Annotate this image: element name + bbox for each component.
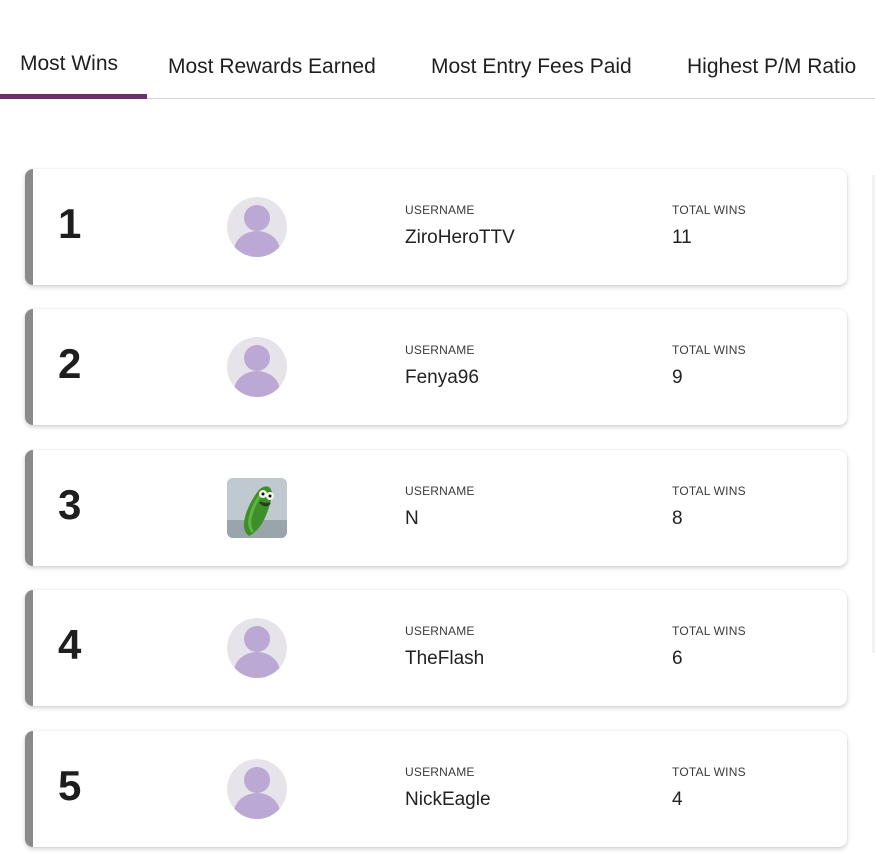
rank-number: 1 xyxy=(58,200,82,247)
active-tab-indicator xyxy=(0,94,147,99)
leaderboard-row[interactable]: 1 USERNAME ZiroHeroTTV TOTAL WINS 11 xyxy=(25,169,847,285)
total-wins-label: TOTAL WINS xyxy=(672,484,746,498)
rank-number: 5 xyxy=(58,762,82,809)
total-wins-value: 11 xyxy=(672,227,692,248)
pickle-avatar-image xyxy=(227,478,287,538)
default-user-icon xyxy=(227,618,287,678)
total-wins-label: TOTAL WINS xyxy=(672,203,746,217)
username-value: NickEagle xyxy=(405,789,491,810)
default-user-icon xyxy=(227,197,287,257)
tab-most-wins[interactable]: Most Wins xyxy=(20,52,118,76)
rank-bar xyxy=(25,450,33,566)
tab-most-rewards-earned[interactable]: Most Rewards Earned xyxy=(168,55,376,79)
rank-bar xyxy=(25,309,33,425)
rank-bar xyxy=(25,169,33,285)
rank-bar xyxy=(25,731,33,847)
total-wins-label: TOTAL WINS xyxy=(672,765,746,779)
total-wins-value: 9 xyxy=(672,367,683,388)
username-value: N xyxy=(405,508,419,529)
leaderboard-row[interactable]: 2 USERNAME Fenya96 TOTAL WINS 9 xyxy=(25,309,847,425)
leaderboard-row[interactable]: 5 USERNAME NickEagle TOTAL WINS 4 xyxy=(25,731,847,847)
tab-highest-pm-ratio[interactable]: Highest P/M Ratio xyxy=(687,55,856,79)
total-wins-label: TOTAL WINS xyxy=(672,343,746,357)
username-label: USERNAME xyxy=(405,765,475,779)
default-user-icon xyxy=(227,759,287,819)
tab-most-entry-fees-paid[interactable]: Most Entry Fees Paid xyxy=(431,55,632,79)
username-label: USERNAME xyxy=(405,484,475,498)
rank-bar xyxy=(25,590,33,706)
total-wins-value: 4 xyxy=(672,789,683,810)
default-user-icon xyxy=(227,337,287,397)
leaderboard-tabs: Most Wins Most Rewards Earned Most Entry… xyxy=(0,0,875,99)
username-label: USERNAME xyxy=(405,624,475,638)
total-wins-value: 6 xyxy=(672,648,683,669)
username-value: Fenya96 xyxy=(405,367,479,388)
username-label: USERNAME xyxy=(405,203,475,217)
total-wins-value: 8 xyxy=(672,508,683,529)
total-wins-label: TOTAL WINS xyxy=(672,624,746,638)
leaderboard-row[interactable]: 4 USERNAME TheFlash TOTAL WINS 6 xyxy=(25,590,847,706)
username-value: TheFlash xyxy=(405,648,485,669)
username-value: ZiroHeroTTV xyxy=(405,227,515,248)
leaderboard-row[interactable]: 3 USERNAME N TOTAL WINS 8 xyxy=(25,450,847,566)
username-label: USERNAME xyxy=(405,343,475,357)
rank-number: 3 xyxy=(58,481,82,528)
rank-number: 2 xyxy=(58,340,82,387)
rank-number: 4 xyxy=(58,621,82,668)
